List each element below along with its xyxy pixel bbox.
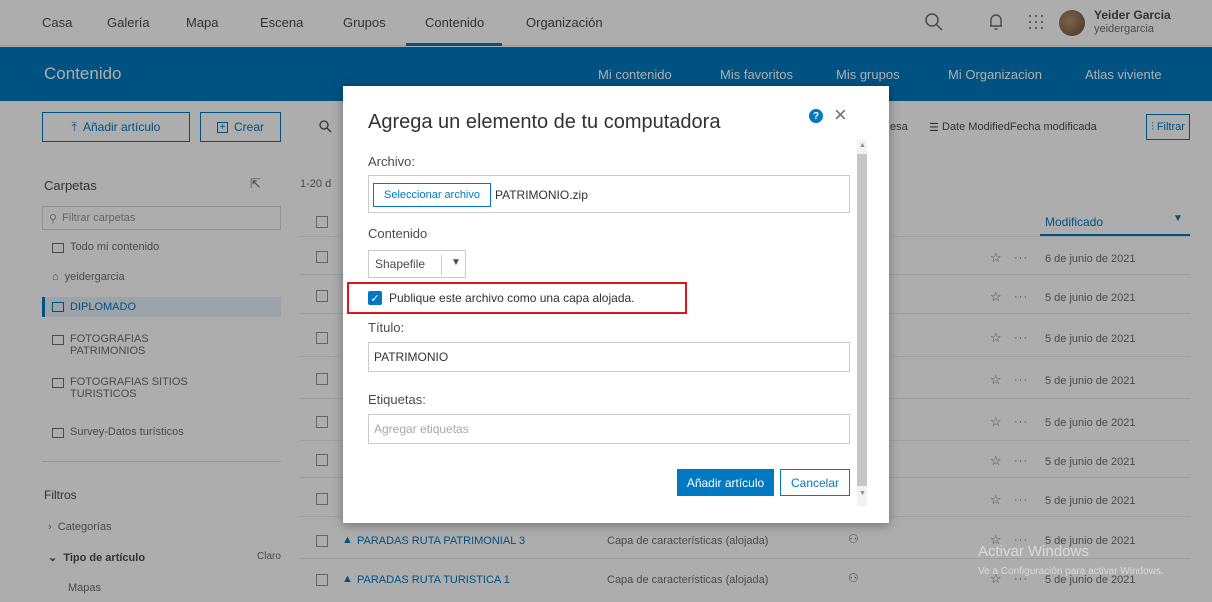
tags-label: Etiquetas: <box>368 392 426 407</box>
windows-activation-watermark: Activar Windows <box>978 543 1089 560</box>
title-label: Título: <box>368 320 405 335</box>
add-item-submit-button[interactable]: Añadir artículo <box>677 469 774 496</box>
content-type-value: Shapefile <box>375 257 426 271</box>
file-picker: Seleccionar archivo PATRIMONIO.zip <box>368 175 850 213</box>
selected-file-name: PATRIMONIO.zip <box>495 188 588 202</box>
content-label: Contenido <box>368 226 428 241</box>
publish-checkbox[interactable]: ✓ <box>368 291 382 305</box>
tags-input-placeholder: Agregar etiquetas <box>374 422 469 436</box>
file-label: Archivo: <box>368 154 415 169</box>
cancel-button[interactable]: Cancelar <box>780 469 850 496</box>
publish-label[interactable]: Publique este archivo como una capa aloj… <box>389 291 635 305</box>
dialog-scrollbar-thumb[interactable] <box>857 154 867 486</box>
title-input-value: PATRIMONIO <box>374 350 449 364</box>
select-divider <box>441 255 442 275</box>
tags-input[interactable]: Agregar etiquetas <box>368 414 850 444</box>
help-icon[interactable]: ? <box>809 109 823 123</box>
windows-activation-hint: Ve a Configuración para activar Windows. <box>978 566 1164 577</box>
content-type-select[interactable]: Shapefile ▼ <box>368 250 466 278</box>
title-input[interactable]: PATRIMONIO <box>368 342 850 372</box>
chevron-down-icon: ▼ <box>451 257 461 268</box>
scroll-up-icon[interactable]: ▲ <box>859 142 866 149</box>
scroll-down-icon[interactable]: ▼ <box>859 490 866 497</box>
add-item-dialog: Agrega un elemento de tu computadora ? ×… <box>343 86 889 523</box>
dialog-title: Agrega un elemento de tu computadora <box>368 111 721 133</box>
select-file-button[interactable]: Seleccionar archivo <box>373 183 491 207</box>
close-icon[interactable]: × <box>834 104 847 126</box>
